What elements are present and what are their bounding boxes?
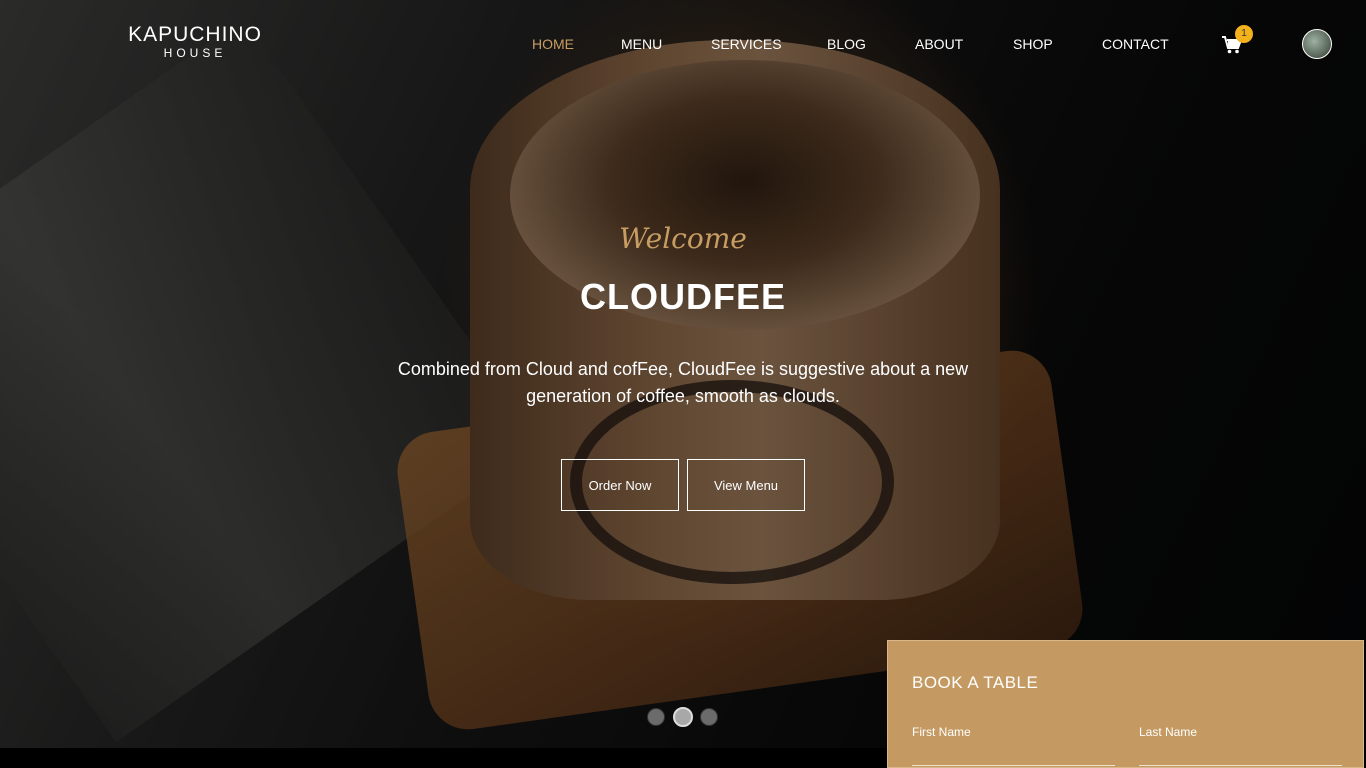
slider-dot-3[interactable] <box>700 708 718 726</box>
nav-item-blog[interactable]: BLOG <box>827 36 866 52</box>
cart-count-badge: 1 <box>1235 25 1253 43</box>
nav-item-about[interactable]: ABOUT <box>915 36 963 52</box>
last-name-input[interactable] <box>1139 745 1342 766</box>
last-name-label: Last Name <box>1139 725 1198 739</box>
slider-dot-1[interactable] <box>647 708 665 726</box>
first-name-input[interactable] <box>912 745 1115 766</box>
hero-title: CLOUDFEE <box>580 276 786 317</box>
brand-name: KAPUCHINO <box>128 23 262 46</box>
welcome-script: Welcome <box>619 222 747 255</box>
view-menu-button[interactable]: View Menu <box>687 459 805 511</box>
nav-item-shop[interactable]: SHOP <box>1013 36 1053 52</box>
slider-dot-2[interactable] <box>673 707 693 727</box>
book-table-panel: BOOK A TABLE First Name Last Name <box>887 640 1364 768</box>
last-name-field: Last Name <box>1139 725 1342 766</box>
first-name-label: First Name <box>912 725 971 739</box>
book-table-title: BOOK A TABLE <box>912 673 1039 692</box>
nav-item-contact[interactable]: CONTACT <box>1102 36 1169 52</box>
nav-item-services[interactable]: SERVICES <box>711 36 782 52</box>
brand-logo[interactable]: KAPUCHINO HOUSE <box>125 23 265 61</box>
first-name-field: First Name <box>912 725 1115 766</box>
brand-subtitle: HOUSE <box>163 46 227 60</box>
nav-item-home[interactable]: HOME <box>532 36 574 52</box>
hero-description: Combined from Cloud and cofFee, CloudFee… <box>397 359 969 406</box>
order-now-button[interactable]: Order Now <box>561 459 679 511</box>
nav-item-menu[interactable]: MENU <box>621 36 662 52</box>
user-avatar[interactable] <box>1302 29 1332 59</box>
